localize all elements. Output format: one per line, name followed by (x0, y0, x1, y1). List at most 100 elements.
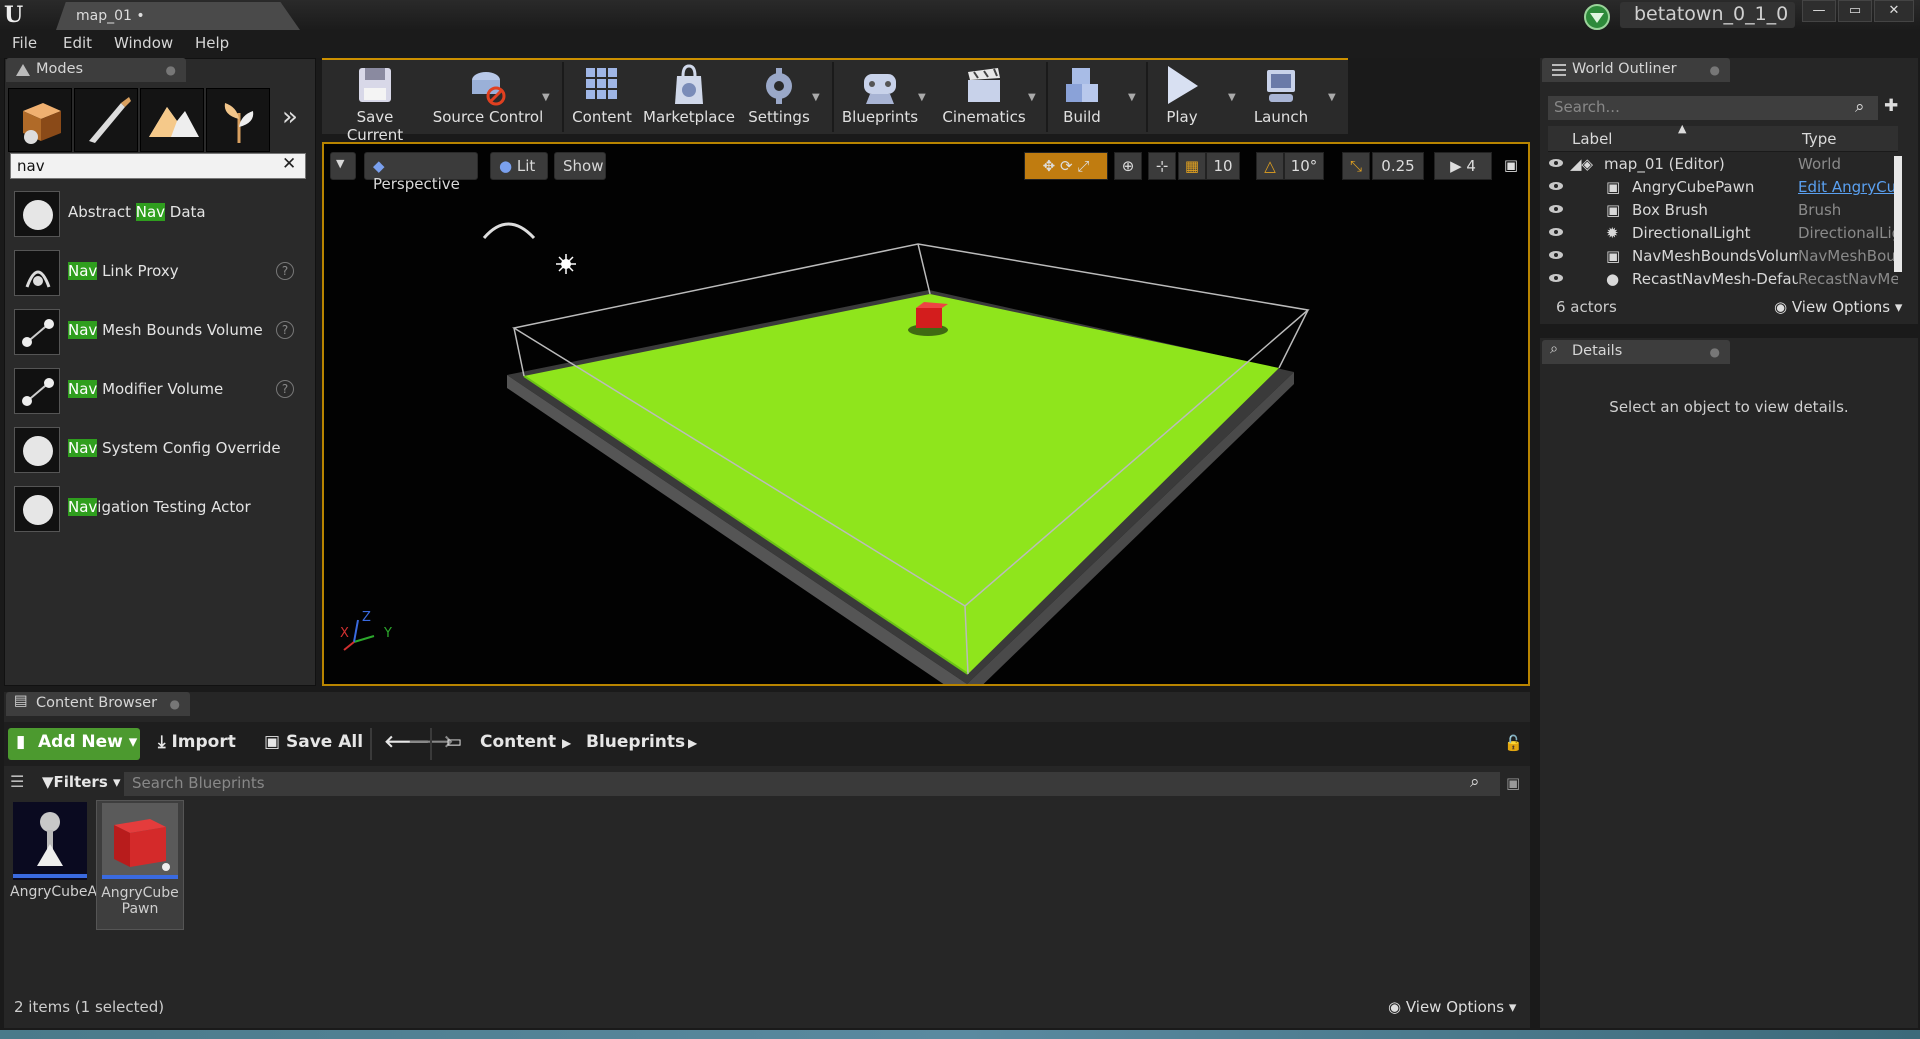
place-item-nav-link-proxy[interactable]: Nav Link Proxy ? (10, 246, 306, 300)
visibility-eye-icon[interactable] (1548, 181, 1564, 191)
marketplace-button[interactable]: Marketplace (642, 60, 736, 132)
outliner-row[interactable]: ▣ NavMeshBoundsVolum NavMeshBou (1548, 247, 1898, 269)
close-window-button[interactable]: ✕ (1874, 0, 1914, 22)
close-icon[interactable]: ● (166, 63, 176, 77)
scale-snap-icon[interactable]: ⤡ (1342, 152, 1370, 180)
place-item-nav-modifier-volume[interactable]: Nav Modifier Volume ? (10, 364, 306, 418)
blueprints-button[interactable]: Blueprints (838, 60, 922, 132)
lit-button[interactable]: ● Lit (490, 152, 548, 180)
details-tab[interactable]: ⌕ Details ● (1542, 340, 1730, 364)
breadcrumb-separator-icon[interactable]: ▶ (688, 736, 697, 750)
content-search-input[interactable]: Search Blueprints (124, 772, 1500, 796)
landscape-mode-icon[interactable] (140, 88, 204, 152)
outliner-row[interactable]: ● RecastNavMesh-Defaul RecastNavMe (1548, 270, 1898, 292)
place-item-nav-mesh-bounds-volume[interactable]: Nav Mesh Bounds Volume ? (10, 305, 306, 359)
search-icon[interactable]: ⌕ (1855, 97, 1865, 117)
viewport-options-button[interactable]: ▼ (330, 152, 356, 180)
visibility-eye-icon[interactable] (1548, 158, 1564, 168)
asset-tile-selected[interactable]: AngryCube Pawn (96, 800, 184, 930)
save-all-button[interactable]: ▣ Save All (264, 732, 363, 752)
add-filter-icon[interactable]: ✚ (1884, 96, 1898, 116)
modes-tab[interactable]: Modes ● (6, 58, 186, 82)
save-search-icon[interactable]: ▣ (1506, 774, 1520, 792)
menu-window[interactable]: Window (114, 34, 173, 52)
more-modes-button[interactable]: » (282, 102, 298, 132)
close-icon[interactable]: ● (1710, 345, 1720, 359)
visibility-eye-icon[interactable] (1548, 227, 1564, 237)
outliner-row[interactable]: ▣ Box Brush Brush (1548, 201, 1898, 223)
perspective-button[interactable]: ◆ Perspective (364, 152, 478, 193)
world-local-icon[interactable]: ⊕ (1114, 152, 1142, 180)
source-control-button[interactable]: Source Control (432, 60, 544, 132)
close-icon[interactable]: ● (1710, 63, 1720, 77)
clear-search-button[interactable]: ✕ (282, 154, 296, 174)
visibility-eye-icon[interactable] (1548, 204, 1564, 214)
settings-button[interactable]: Settings (746, 60, 812, 132)
outliner-row[interactable]: ✹ DirectionalLight DirectionalLig (1548, 224, 1898, 246)
place-item-navigation-testing-actor[interactable]: Navigation Testing Actor (10, 482, 306, 536)
content-button[interactable]: Content (568, 60, 636, 132)
source-control-dropdown-icon[interactable]: ▼ (542, 92, 554, 103)
play-dropdown-icon[interactable]: ▼ (1228, 92, 1240, 103)
filters-button[interactable]: ▼Filters ▾ (42, 773, 121, 791)
play-button[interactable]: Play (1152, 60, 1212, 132)
visibility-eye-icon[interactable] (1548, 250, 1564, 260)
build-button[interactable]: Build (1052, 60, 1112, 132)
rotation-snap-icon[interactable]: △ (1256, 152, 1284, 180)
edit-blueprint-link[interactable]: Edit AngryCu (1798, 178, 1898, 196)
help-icon[interactable]: ? (276, 262, 294, 280)
cinematics-button[interactable]: Cinematics (940, 60, 1028, 132)
help-icon[interactable]: ? (276, 321, 294, 339)
label-column-header[interactable]: Label (1572, 130, 1612, 148)
type-column-header[interactable]: Type (1802, 130, 1836, 148)
import-button[interactable]: ⤓ Import (158, 732, 236, 752)
menu-help[interactable]: Help (195, 34, 229, 52)
show-button[interactable]: Show (554, 152, 606, 180)
document-tab[interactable]: map_01 • (56, 2, 300, 30)
menu-edit[interactable]: Edit (63, 34, 92, 52)
build-dropdown-icon[interactable]: ▼ (1128, 92, 1140, 103)
blueprints-dropdown-icon[interactable]: ▼ (918, 92, 930, 103)
visibility-eye-icon[interactable] (1548, 273, 1564, 283)
minimize-button[interactable]: — (1802, 0, 1836, 22)
help-icon[interactable]: ? (276, 380, 294, 398)
maximize-button[interactable]: ▭ (1838, 0, 1872, 22)
search-icon[interactable]: ⌕ (1470, 772, 1480, 792)
content-view-options-button[interactable]: ◉ View Options ▾ (1388, 998, 1516, 1016)
cinematics-dropdown-icon[interactable]: ▼ (1028, 92, 1040, 103)
rotation-snap-value[interactable]: 10° (1284, 152, 1324, 180)
add-new-button[interactable]: ▮ Add New ▾ (8, 728, 140, 760)
outliner-scrollbar[interactable] (1894, 156, 1902, 272)
launch-button[interactable]: Launch (1248, 60, 1314, 132)
place-item-abstract-nav-data[interactable]: Abstract Nav Data (10, 187, 306, 241)
place-item-nav-system-config-override[interactable]: Nav System Config Override (10, 423, 306, 477)
menu-file[interactable]: File (12, 34, 37, 52)
unreal-logo-icon[interactable]: U (4, 2, 32, 28)
launch-dropdown-icon[interactable]: ▼ (1328, 92, 1340, 103)
breadcrumb-separator-icon[interactable]: ▶ (562, 736, 571, 750)
modes-search-input[interactable]: nav (10, 153, 306, 179)
outliner-row[interactable]: ◢◈ map_01 (Editor) World (1548, 155, 1898, 177)
maximize-viewport-icon[interactable]: ▣ (1500, 152, 1522, 180)
grid-snap-value[interactable]: 10 (1206, 152, 1240, 180)
grid-snap-icon[interactable]: ▦ (1178, 152, 1206, 180)
breadcrumb-content[interactable]: Content (480, 732, 556, 752)
outliner-view-options-button[interactable]: ◉ View Options ▾ (1774, 298, 1902, 316)
level-viewport[interactable] (322, 142, 1530, 686)
outliner-row[interactable]: ▣ AngryCubePawn Edit AngryCu (1548, 178, 1898, 200)
paint-mode-icon[interactable] (74, 88, 138, 152)
save-current-button[interactable]: Save Current (328, 60, 422, 144)
camera-speed-button[interactable]: ▶ 4 (1434, 152, 1492, 180)
settings-dropdown-icon[interactable]: ▼ (812, 92, 824, 103)
breadcrumb-blueprints[interactable]: Blueprints (586, 732, 685, 752)
asset-tile[interactable]: AngryCubeAI (10, 800, 101, 930)
sources-toggle-icon[interactable]: ☰ (10, 772, 24, 791)
world-outliner-tab[interactable]: World Outliner ● (1542, 58, 1730, 82)
transform-tools[interactable]: ✥ ⟳ ⤢ (1024, 152, 1108, 180)
lock-icon[interactable]: 🔓 (1504, 734, 1523, 752)
content-browser-tab[interactable]: ▤ Content Browser ● (6, 692, 190, 716)
foliage-mode-icon[interactable] (206, 88, 270, 152)
outliner-search-input[interactable]: Search... (1548, 96, 1878, 120)
surface-snap-icon[interactable]: ⊹ (1148, 152, 1176, 180)
close-icon[interactable]: ● (170, 697, 180, 711)
